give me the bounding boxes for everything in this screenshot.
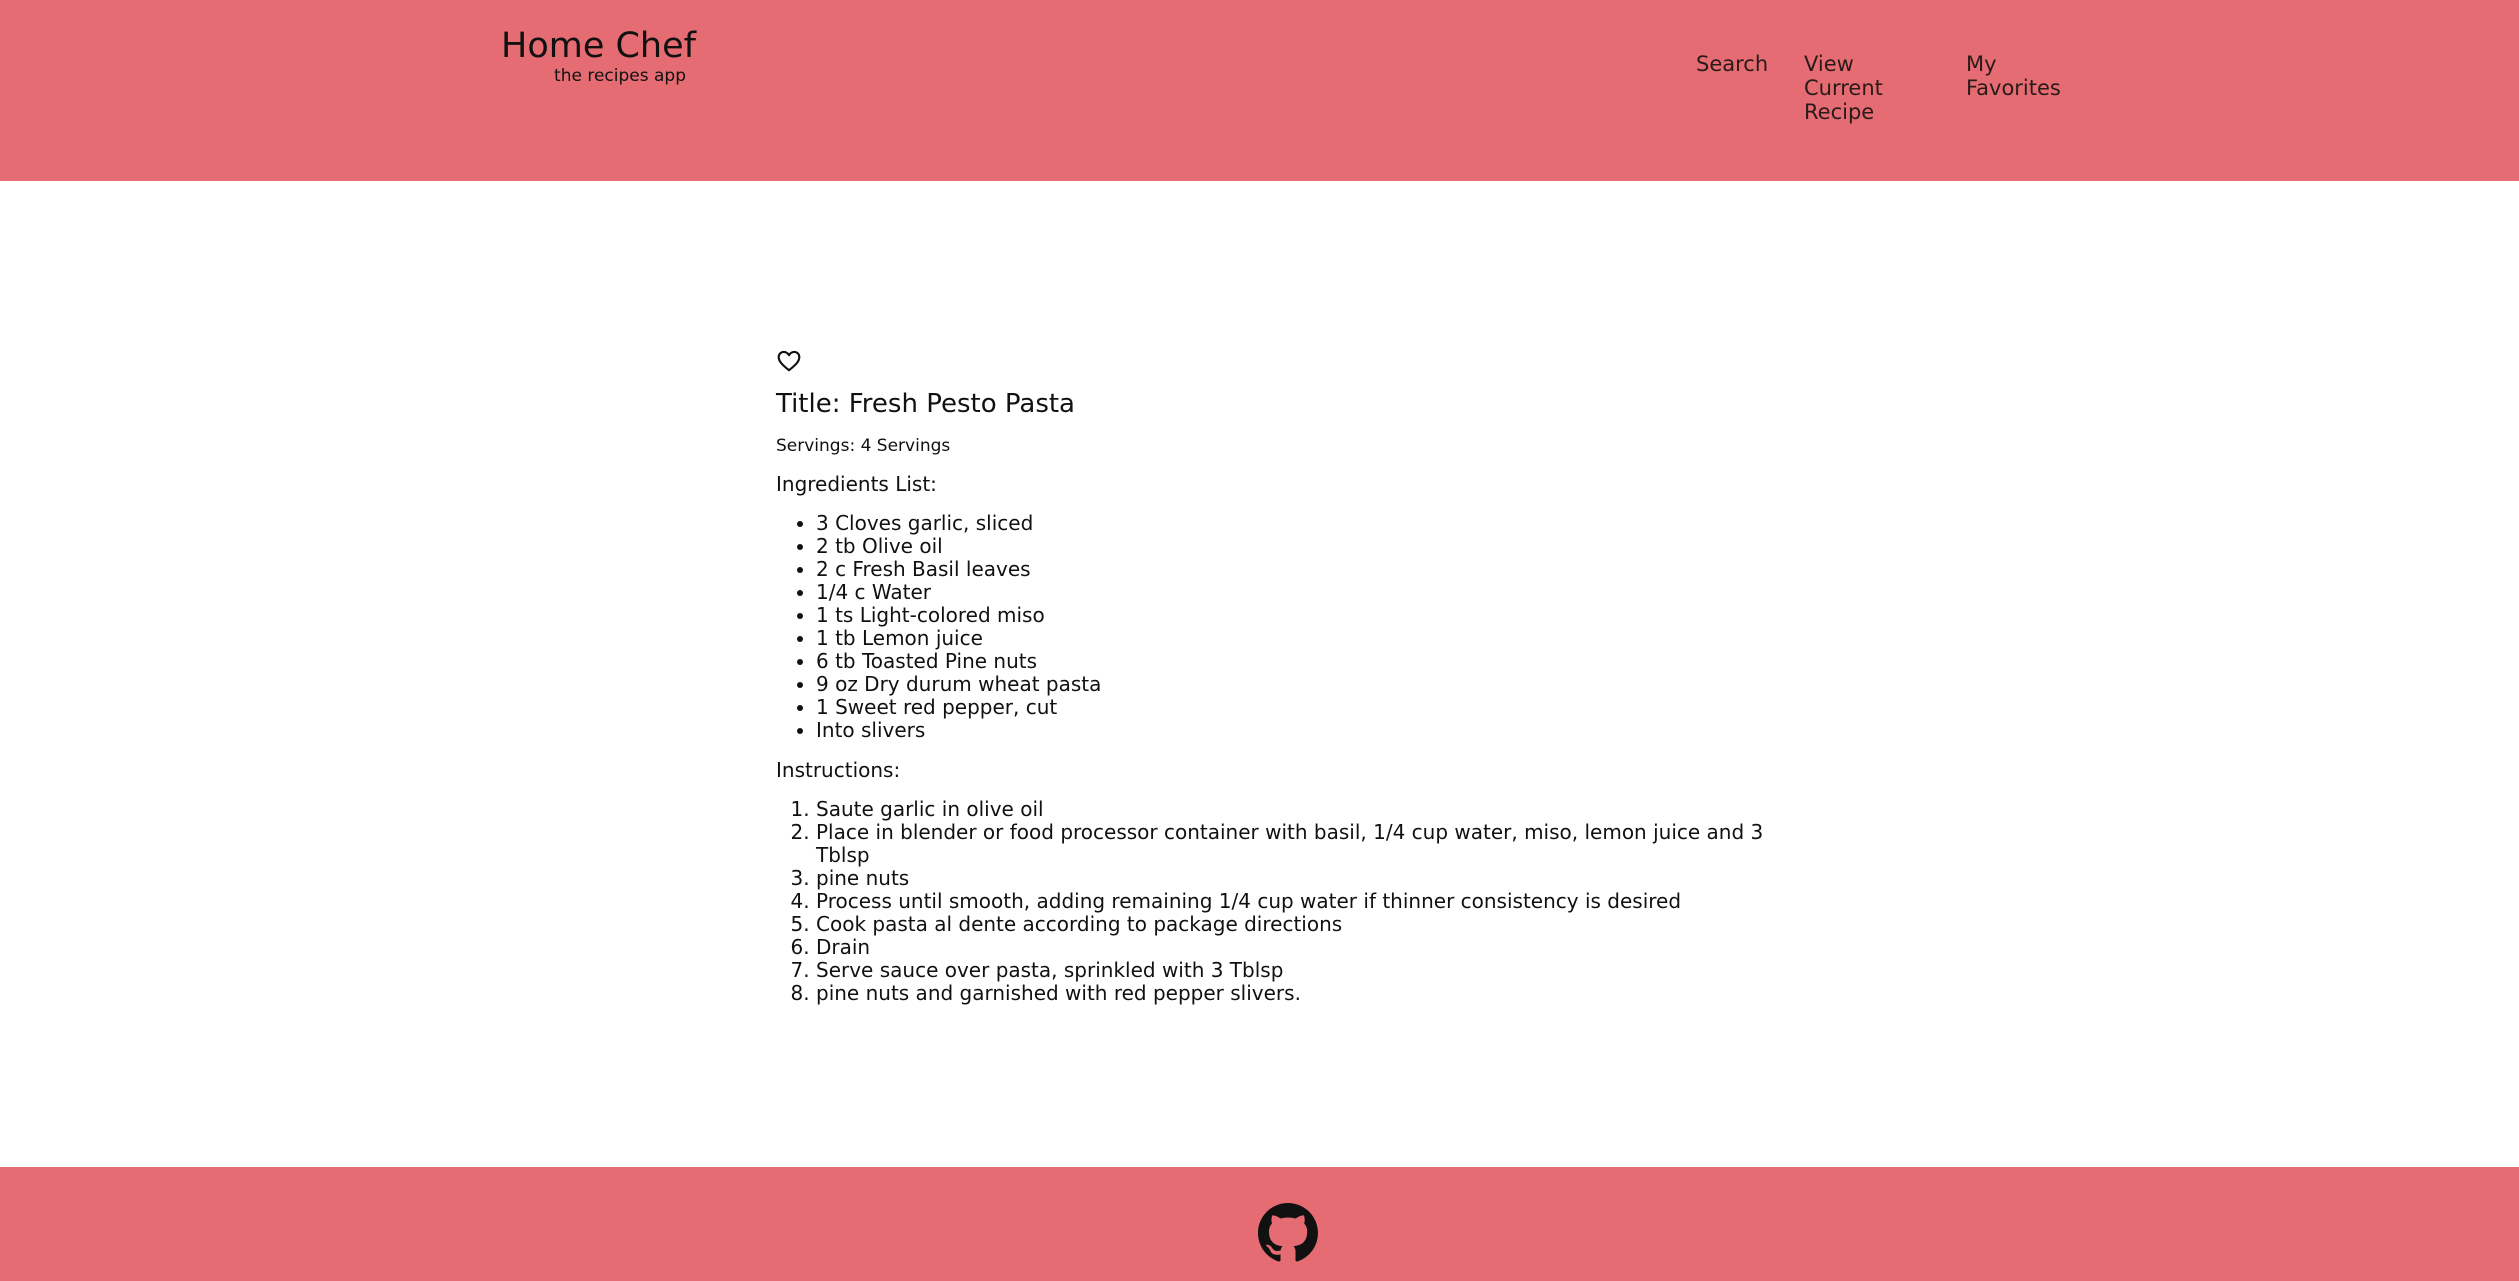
instruction-step: Serve sauce over pasta, sprinkled with 3… (816, 959, 1776, 982)
ingredients-label: Ingredients List: (776, 472, 937, 496)
ingredient-item: 2 tb Olive oil (816, 535, 1776, 558)
instruction-step: pine nuts (816, 867, 1776, 890)
top-header: Home Chef the recipes app Search View Cu… (0, 0, 2519, 181)
instruction-step: Drain (816, 936, 1776, 959)
recipe-detail: Title: Fresh Pesto Pasta Servings: 4 Ser… (776, 348, 1776, 1005)
ingredient-item: 3 Cloves garlic, sliced (816, 512, 1776, 535)
instructions-list: Saute garlic in olive oil Place in blend… (776, 798, 1776, 1005)
brand[interactable]: Home Chef the recipes app (501, 26, 696, 86)
github-icon[interactable] (1258, 1203, 1318, 1263)
instruction-step: pine nuts and garnished with red pepper … (816, 982, 1776, 1005)
page: Home Chef the recipes app Search View Cu… (0, 0, 2519, 1281)
heart-outline-icon[interactable] (776, 348, 802, 374)
ingredient-item: 1/4 c Water (816, 581, 1776, 604)
ingredient-item: 1 tb Lemon juice (816, 627, 1776, 650)
instruction-step: Place in blender or food processor conta… (816, 821, 1776, 867)
ingredient-item: 6 tb Toasted Pine nuts (816, 650, 1776, 673)
nav-search-link[interactable]: Search (1696, 52, 1786, 76)
ingredient-item: Into slivers (816, 719, 1776, 742)
ingredients-list: 3 Cloves garlic, sliced 2 tb Olive oil 2… (776, 512, 1776, 742)
instruction-step: Cook pasta al dente according to package… (816, 913, 1776, 936)
ingredient-item: 9 oz Dry durum wheat pasta (816, 673, 1776, 696)
recipe-servings: Servings: 4 Servings (776, 436, 951, 456)
ingredient-item: 2 c Fresh Basil leaves (816, 558, 1776, 581)
ingredient-item: 1 ts Light-colored miso (816, 604, 1776, 627)
nav-view-current-recipe-link[interactable]: View Current Recipe (1804, 52, 1924, 124)
ingredient-item: 1 Sweet red pepper, cut (816, 696, 1776, 719)
app-title: Home Chef (501, 26, 696, 66)
instructions-label: Instructions: (776, 758, 901, 782)
recipe-title: Title: Fresh Pesto Pasta (776, 389, 1075, 419)
instruction-step: Process until smooth, adding remaining 1… (816, 890, 1776, 913)
instruction-step: Saute garlic in olive oil (816, 798, 1776, 821)
footer (0, 1167, 2519, 1281)
nav-my-favorites-link[interactable]: My Favorites (1966, 52, 2076, 100)
app-subtitle: the recipes app (554, 66, 686, 86)
